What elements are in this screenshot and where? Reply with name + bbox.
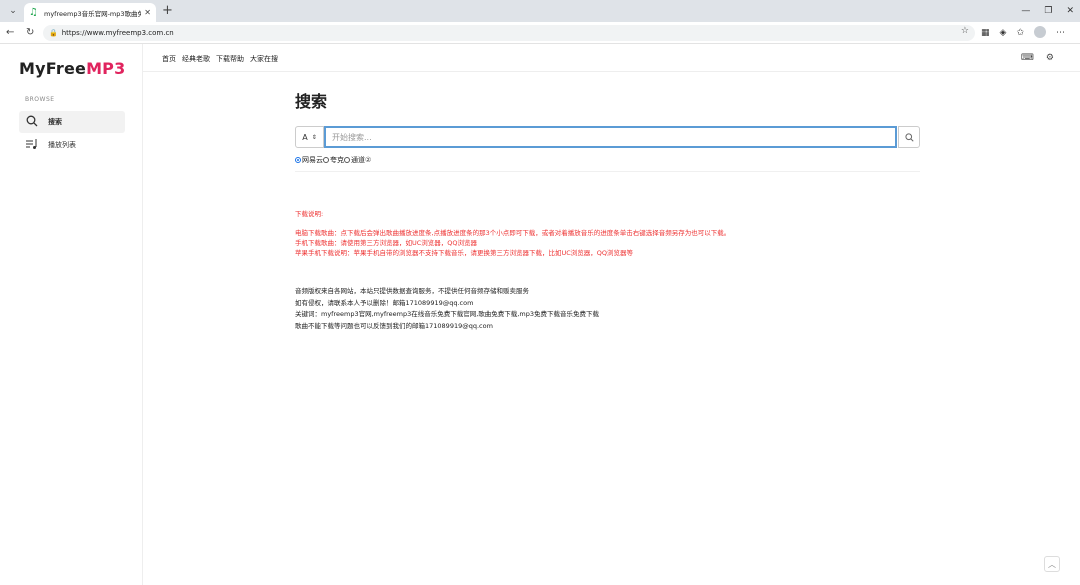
copilot-icon[interactable]: ◈	[1000, 26, 1007, 40]
address-bar-row: ← ↻ 🔒 https://www.myfreemp3.com.cn ☆ ▦ ◈…	[0, 22, 1080, 44]
instructions-heading: 下载说明:	[295, 210, 324, 218]
radio-label-netease: 网易云	[302, 156, 323, 164]
browser-tab[interactable]: ♫ myfreemp3音乐官网-mp3歌曲免 ✕	[24, 3, 156, 22]
radio-label-channel: 通道	[351, 156, 365, 164]
url-text: https://www.myfreemp3.com.cn	[61, 29, 174, 37]
sidebar-item-label: 播放列表	[48, 141, 76, 149]
sidebar-item-label: 搜索	[48, 118, 62, 126]
settings-gear-icon[interactable]: ⚙	[1046, 53, 1054, 63]
notice-line: 歌曲不能下载等问题也可以反馈到我们的邮箱171089919@qq.com	[295, 321, 493, 330]
playlist-icon	[25, 138, 39, 153]
logo-text-myfree: MyFree	[19, 59, 87, 78]
updown-caret-icon: ⇕	[311, 133, 317, 141]
browse-section-label: BROWSE	[25, 96, 55, 103]
notice-line: 音频版权来自各网站，本站只提供数据查询服务，不提供任何音频存储和贩卖服务	[295, 287, 529, 295]
extension-icon[interactable]: ▦	[981, 26, 990, 40]
url-field[interactable]: 🔒 https://www.myfreemp3.com.cn ☆	[43, 25, 975, 41]
radio-netease[interactable]	[295, 157, 301, 163]
tab-title: myfreemp3音乐官网-mp3歌曲免	[44, 9, 142, 18]
top-nav-links: 首页 经典老歌 下载帮助 大家在搜	[162, 54, 278, 64]
close-tab-icon[interactable]: ✕	[144, 8, 151, 17]
notice-line: 如有侵权，请联系本人予以删除！邮箱171089919@qq.com	[295, 298, 474, 307]
radio-quark[interactable]	[323, 157, 329, 163]
nav-link-classics[interactable]: 经典老歌	[182, 54, 210, 64]
search-bar: A ⇕	[295, 126, 920, 148]
window-controls: — ❐ ✕	[1021, 3, 1074, 19]
star-icon[interactable]: ☆	[961, 26, 969, 36]
browser-tab-bar: ⌄ ♫ myfreemp3音乐官网-mp3歌曲免 ✕ + — ❐ ✕	[0, 0, 1080, 22]
source-select-value: A	[302, 132, 308, 142]
sidebar-item-search[interactable]: 搜索	[19, 111, 125, 133]
logo-text-mp3: MP3	[86, 59, 126, 78]
search-icon	[904, 132, 914, 142]
back-to-top-button[interactable]: ︿	[1044, 556, 1060, 572]
copyright-notice: 音频版权来自各网站，本站只提供数据查询服务，不提供任何音频存储和贩卖服务 如有侵…	[295, 286, 599, 332]
restore-icon[interactable]: ❐	[1044, 3, 1052, 19]
notice-line: 关键词：myfreemp3官网,myfreemp3在线音乐免费下载官网,歌曲免费…	[295, 310, 599, 318]
instructions-line: 电脑下载歌曲：点下载后会弹出歌曲播放进度条,点播放进度条的那3个小点即可下载，或…	[295, 229, 731, 237]
tab-list-chevron-icon[interactable]: ⌄	[5, 4, 21, 18]
download-instructions: 下载说明: 电脑下载歌曲：点下载后会弹出歌曲播放进度条,点播放进度条的那3个小点…	[295, 209, 730, 258]
source-radio-group: 网易云 夸克 通道 ②	[295, 155, 371, 165]
new-tab-plus-icon[interactable]: +	[162, 3, 173, 19]
profile-avatar[interactable]	[1033, 26, 1046, 38]
site-logo[interactable]: MyFreeMP3	[19, 59, 125, 78]
more-menu-icon[interactable]: ⋯	[1056, 26, 1065, 40]
music-note-icon: ♫	[29, 7, 38, 18]
back-arrow-icon[interactable]: ←	[6, 25, 14, 41]
close-window-icon[interactable]: ✕	[1066, 3, 1074, 19]
top-nav: 首页 经典老歌 下载帮助 大家在搜 ⌨ ⚙	[143, 44, 1080, 72]
search-icon	[25, 115, 39, 130]
sidebar: MyFreeMP3 BROWSE 搜索 播放列表	[0, 44, 143, 585]
radio-label-quark: 夸克	[330, 156, 344, 164]
lock-icon: 🔒	[49, 29, 58, 37]
top-nav-actions: ⌨ ⚙	[1021, 53, 1054, 63]
source-select[interactable]: A ⇕	[295, 126, 324, 148]
chevron-up-icon: ︿	[1048, 559, 1056, 569]
instructions-line: 苹果手机下载说明：苹果手机自带的浏览器不支持下载音乐，请更换第三方浏览器下载，比…	[295, 249, 634, 257]
search-input[interactable]	[324, 126, 897, 148]
radio-channel[interactable]	[344, 157, 350, 163]
browser-toolbar-icons: ▦ ◈ ✩ ⋯	[981, 26, 1065, 40]
help-circle-icon[interactable]: ②	[365, 156, 371, 164]
page-title: 搜索	[295, 92, 328, 111]
reload-icon[interactable]: ↻	[26, 25, 34, 41]
instructions-line: 手机下载歌曲：请使用第三方浏览器，如UC浏览器，QQ浏览器	[295, 239, 478, 247]
search-button[interactable]	[898, 126, 920, 148]
nav-link-home[interactable]: 首页	[162, 54, 176, 64]
keyboard-icon[interactable]: ⌨	[1021, 53, 1034, 63]
favorites-icon[interactable]: ✩	[1016, 26, 1024, 40]
minimize-icon[interactable]: —	[1021, 3, 1030, 19]
nav-link-download-help[interactable]: 下载帮助	[216, 54, 244, 64]
nav-link-trending[interactable]: 大家在搜	[250, 54, 278, 64]
divider	[295, 171, 920, 172]
sidebar-item-playlist[interactable]: 播放列表	[19, 134, 125, 156]
